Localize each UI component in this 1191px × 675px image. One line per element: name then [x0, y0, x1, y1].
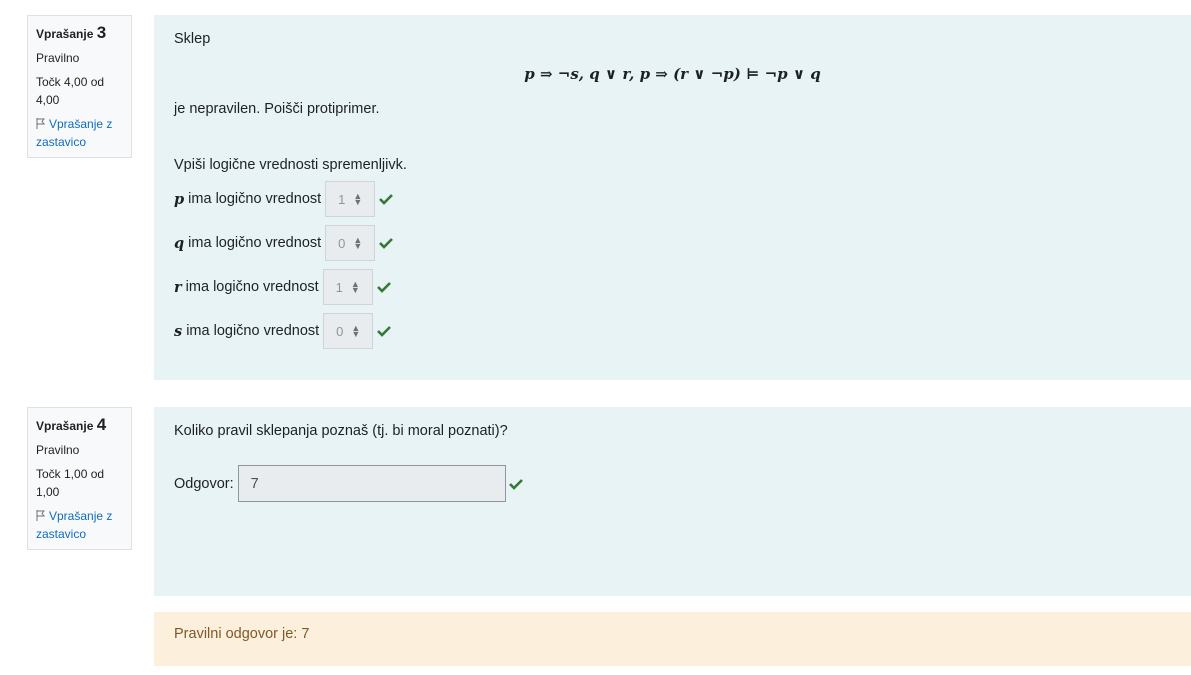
- q4-info-box: Vprašanje 4 Pravilno Točk 1,00 od 1,00 V…: [27, 407, 132, 550]
- var-p: p: [174, 190, 185, 208]
- q3-flag-label: Vprašanje z zastavico: [36, 117, 113, 149]
- value-select-p[interactable]: 1 ▲ ▼: [325, 181, 376, 217]
- answer-value: 7: [250, 475, 259, 492]
- select-arrows-icon: ▲ ▼: [353, 191, 363, 207]
- q4-label: Vprašanje: [36, 419, 94, 433]
- q3-statement: je nepravilen. Poišči protiprimer.: [174, 101, 380, 117]
- answer-label: Odgovor:: [174, 475, 234, 492]
- check-icon: [508, 478, 523, 490]
- row-text: ima logično vrednost: [188, 235, 322, 251]
- q4-number: Vprašanje 4: [36, 416, 123, 435]
- q3-formula: p ⇒ ¬s, q ∨ r, p ⇒ (r ∨ ¬p) ⊨ ¬p ∨ q: [524, 65, 821, 83]
- q3-intro: Sklep: [174, 31, 211, 47]
- q4-question: Koliko pravil sklepanja poznaš (tj. bi m…: [174, 423, 508, 439]
- q4-state: Pravilno: [36, 443, 80, 457]
- row-text: ima logično vrednost: [185, 279, 319, 295]
- q4-flag-link[interactable]: Vprašanje z zastavico: [36, 507, 123, 543]
- q4-grade: Točk 1,00 od 1,00: [36, 467, 105, 499]
- var-q: q: [174, 234, 185, 252]
- q3-info-box: Vprašanje 3 Pravilno Točk 4,00 od 4,00 V…: [27, 15, 132, 158]
- var-s: s: [174, 322, 183, 340]
- q4-answer-row: Odgovor: 7: [174, 465, 1171, 502]
- select-value: 0: [338, 235, 346, 251]
- value-select-q[interactable]: 0 ▲ ▼: [325, 225, 376, 261]
- q3-number: Vprašanje 3: [36, 24, 123, 43]
- q4-feedback: Pravilni odgovor je: 7: [154, 612, 1191, 666]
- q3-row-r: r ima logično vrednost 1 ▲ ▼: [174, 269, 1171, 305]
- check-icon: [376, 282, 391, 293]
- select-value: 1: [338, 191, 346, 207]
- q3-flag-link[interactable]: Vprašanje z zastavico: [36, 115, 123, 151]
- answer-input[interactable]: 7: [237, 465, 506, 502]
- flag-icon: [36, 510, 46, 521]
- value-select-r[interactable]: 1 ▲ ▼: [322, 269, 373, 305]
- q3-label: Vprašanje: [36, 27, 94, 41]
- select-arrows-icon: ▲ ▼: [350, 279, 360, 295]
- var-r: r: [174, 278, 182, 296]
- q3-number-value: 3: [96, 23, 107, 42]
- q3-row-s: s ima logično vrednost 0 ▲ ▼: [174, 313, 1171, 349]
- select-arrows-icon: ▲ ▼: [353, 235, 363, 251]
- q3-state: Pravilno: [36, 51, 80, 65]
- check-icon: [379, 194, 394, 205]
- q3-formulation: Sklep p ⇒ ¬s, q ∨ r, p ⇒ (r ∨ ¬p) ⊨ ¬p ∨…: [154, 15, 1191, 380]
- q3-row-p: p ima logično vrednost 1 ▲ ▼: [174, 181, 1171, 217]
- check-icon: [377, 326, 392, 337]
- q4-flag-label: Vprašanje z zastavico: [36, 509, 113, 541]
- row-text: ima logično vrednost: [188, 191, 322, 207]
- row-text: ima logično vrednost: [186, 323, 320, 339]
- q4-number-value: 4: [96, 415, 107, 434]
- check-icon: [379, 238, 394, 249]
- q4-formulation: Koliko pravil sklepanja poznaš (tj. bi m…: [154, 407, 1191, 596]
- flag-icon: [36, 118, 46, 129]
- select-arrows-icon: ▲ ▼: [351, 323, 361, 339]
- value-select-s[interactable]: 0 ▲ ▼: [323, 313, 374, 349]
- select-value: 0: [336, 323, 344, 339]
- q3-grade: Točk 4,00 od 4,00: [36, 75, 105, 107]
- q3-row-q: q ima logično vrednost 0 ▲ ▼: [174, 225, 1171, 261]
- select-value: 1: [335, 279, 343, 295]
- q3-instruction: Vpiši logične vrednosti spremenljivk.: [174, 157, 407, 173]
